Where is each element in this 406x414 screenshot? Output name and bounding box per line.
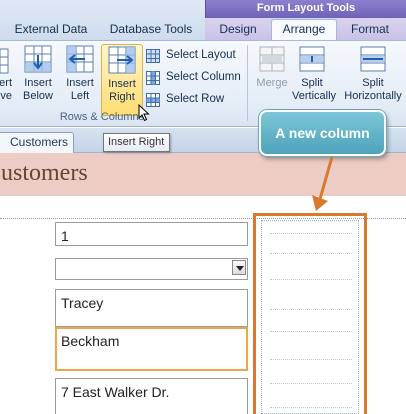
group-separator	[247, 45, 248, 121]
ribbon-tab-strip: Form Layout Tools External Data Database…	[0, 0, 406, 42]
insert-above-label-2: Above	[0, 90, 12, 102]
last-name-field[interactable]: Beckham	[55, 327, 248, 371]
split-horizontally-icon	[360, 46, 386, 72]
lookup-combobox[interactable]	[55, 258, 248, 280]
chevron-down-icon[interactable]	[232, 260, 246, 275]
insert-below-button[interactable]: Insert Below	[18, 44, 58, 116]
insert-right-tooltip: Insert Right	[103, 133, 170, 152]
mouse-cursor-icon	[138, 104, 150, 122]
empty-cell[interactable]	[270, 233, 352, 234]
insert-right-button[interactable]: Insert Right	[101, 44, 143, 116]
select-column-label: Select Column	[166, 71, 241, 83]
insert-above-label-1: Insert	[0, 77, 12, 89]
insert-left-label-2: Left	[70, 90, 90, 102]
callout-arrow-icon	[312, 156, 334, 211]
address-field[interactable]: 7 East Walker Dr.	[55, 378, 248, 414]
first-name-field[interactable]: Tracey	[55, 289, 248, 327]
insert-below-label-2: Below	[23, 90, 53, 102]
customers-document-tab[interactable]: Customers	[0, 132, 74, 153]
empty-cell[interactable]	[270, 359, 352, 360]
merge-icon	[259, 46, 285, 72]
split-horizontally-label-1: Split	[362, 77, 384, 89]
select-layout-icon	[146, 49, 160, 63]
insert-right-label-2: Right	[109, 91, 135, 103]
id-field[interactable]: 1	[55, 222, 248, 246]
insert-above-icon	[0, 48, 9, 74]
insert-above-button[interactable]: Insert Above	[0, 44, 14, 116]
empty-cell[interactable]	[270, 253, 352, 254]
merge-label: Merge	[256, 77, 288, 89]
empty-cell[interactable]	[270, 309, 352, 310]
split-vertically-label-2: Vertically	[292, 90, 337, 102]
insert-below-label-1: Insert	[24, 77, 52, 89]
form-header: Customers	[0, 153, 406, 196]
insert-below-icon	[24, 45, 52, 73]
empty-column-cells	[261, 220, 359, 414]
new-column-callout: A new column	[259, 110, 386, 156]
split-vertically-button[interactable]: Split Vertically	[292, 44, 337, 116]
tab-format[interactable]: Format	[345, 22, 395, 40]
rows-columns-group-label: Rows & Columns	[59, 111, 145, 123]
new-column-placeholder[interactable]	[253, 213, 367, 414]
split-horizontally-label-2: Horizontally	[344, 90, 402, 102]
insert-left-label-1: Insert	[66, 77, 94, 89]
contextual-tab-group: Form Layout Tools	[205, 0, 406, 18]
split-horizontally-button[interactable]: Split Horizontally	[340, 44, 406, 116]
insert-right-icon	[108, 46, 136, 74]
select-column-icon	[146, 71, 160, 85]
merge-button[interactable]: Merge	[252, 44, 292, 116]
insert-right-label-1: Insert	[108, 78, 136, 90]
split-vertically-icon	[299, 46, 325, 72]
form-title: Customers	[0, 160, 88, 186]
contextual-tab-title: Form Layout Tools	[256, 2, 356, 14]
empty-cell[interactable]	[270, 279, 352, 280]
tab-external-data[interactable]: External Data	[11, 22, 91, 40]
empty-cell[interactable]	[270, 331, 352, 332]
split-vertically-label-1: Split	[301, 77, 323, 89]
select-layout-label: Select Layout	[166, 49, 236, 61]
insert-left-icon	[66, 45, 94, 73]
tab-arrange[interactable]: Arrange	[271, 19, 337, 42]
insert-left-button[interactable]: Insert Left	[60, 44, 100, 116]
select-row-label: Select Row	[166, 93, 225, 105]
empty-cell[interactable]	[270, 407, 352, 408]
tab-design[interactable]: Design	[213, 22, 263, 40]
empty-cell[interactable]	[270, 383, 352, 384]
tab-database-tools[interactable]: Database Tools	[107, 22, 195, 40]
